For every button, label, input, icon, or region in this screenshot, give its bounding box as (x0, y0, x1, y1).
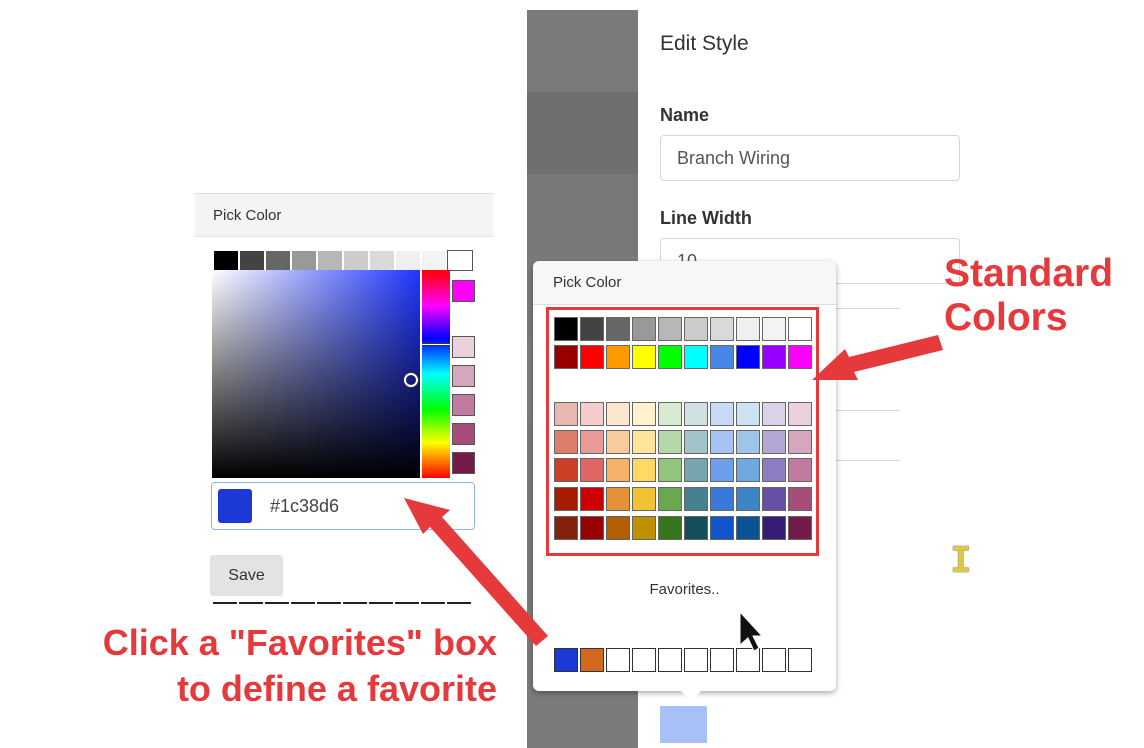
favorites-annotation: Click a "Favorites" box to define a favo… (10, 620, 497, 712)
annotation-line: Colors (944, 296, 1068, 339)
mouse-pointer-icon (739, 610, 764, 652)
annotation-line: to define a favorite (176, 668, 497, 709)
arrow-to-standard-colors (812, 335, 943, 380)
annotation-line: Click a "Favorites" box (102, 622, 497, 663)
standard-colors-annotation: Standard Colors (944, 252, 1113, 340)
annotation-line: Standard (944, 252, 1114, 295)
